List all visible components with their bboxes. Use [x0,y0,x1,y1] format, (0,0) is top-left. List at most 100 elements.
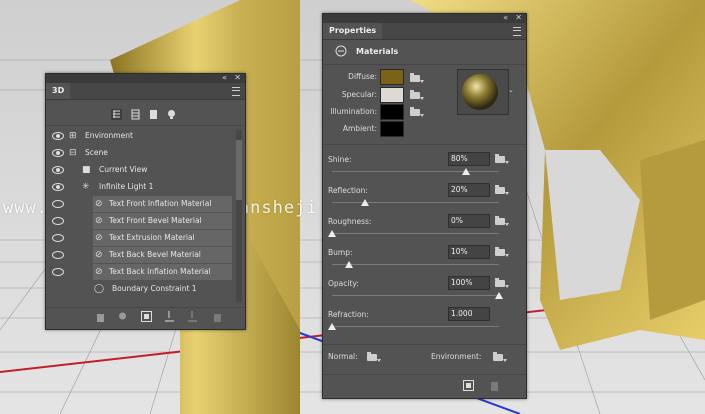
visibility-eye-icon[interactable] [52,132,64,140]
tree-label: Scene [85,148,108,157]
ambient-label: Ambient: [342,124,377,133]
tree-row-material[interactable]: ⊘ Text Front Inflation Material [93,196,232,212]
tree-row-material[interactable]: ⊘ Text Front Bevel Material [93,213,232,229]
panel-titlebar[interactable]: « ✕ [323,13,526,23]
scene-tree: ⊞ Environment ⊟ Scene ■ Current View ✳ I… [46,128,234,308]
visibility-eye-icon[interactable] [52,217,64,225]
whole-scene-filter-icon[interactable] [111,109,122,120]
tab-3d[interactable]: 3D [46,83,71,99]
environment-label: Environment: [431,352,482,361]
3d-panel: « ✕ 3D ⊞ Environment ⊟ Scene ■ Current V… [45,73,246,330]
panel-titlebar[interactable]: « ✕ [46,73,245,83]
slider-thumb[interactable] [344,261,353,268]
ambient-swatch[interactable] [380,121,404,137]
illumination-swatch[interactable] [380,104,404,120]
close-icon[interactable]: ✕ [234,73,241,82]
tree-row-environment[interactable]: ⊞ Environment [47,128,232,144]
slider-track[interactable] [332,264,499,265]
slider-thumb[interactable] [361,199,370,206]
material-preview[interactable] [457,69,509,115]
visibility-eye-icon[interactable] [52,200,64,208]
delete-icon[interactable] [490,380,499,391]
slider-thumb[interactable] [461,168,470,175]
slider-track[interactable] [332,233,499,234]
tree-row-material[interactable]: ⊘ Text Extrusion Material [93,230,232,246]
clip-to-layer-icon[interactable] [463,380,474,391]
slider-label: Opacity: [328,279,359,288]
visibility-eye-icon[interactable] [52,166,64,174]
slider-track[interactable] [332,171,499,172]
lights-filter-icon[interactable] [166,109,177,120]
slider-value-field[interactable]: 20% [448,183,490,197]
slider-value-field[interactable]: 1.000 [448,307,490,321]
environment-texture-folder-icon[interactable] [493,352,507,362]
tab-properties[interactable]: Properties [323,23,383,39]
visibility-eye-icon[interactable] [52,149,64,157]
illumination-texture-folder-icon[interactable] [410,107,424,117]
tree-row-scene[interactable]: ⊟ Scene [47,145,232,161]
slider-texture-folder-icon[interactable] [495,278,509,288]
scrollbar-thumb[interactable] [236,140,242,200]
tree-label: Text Front Bevel Material [109,216,202,225]
tree-label: Boundary Constraint 1 [112,284,197,293]
normal-texture-folder-icon[interactable] [367,352,381,362]
slider-texture-folder-icon[interactable] [495,216,509,226]
tree-row-material[interactable]: ⊘ Text Back Inflation Material [93,264,232,280]
visibility-eye-icon[interactable] [52,268,64,276]
slider-value-field[interactable]: 100% [448,276,490,290]
panel-bottom-toolbar [46,311,245,325]
preview-dropdown-arrow-icon[interactable]: ⌄ [508,86,514,94]
materials-filter-icon[interactable] [148,109,159,120]
slider-label: Refraction: [328,310,369,319]
tree-label: Text Back Bevel Material [109,250,201,259]
specular-swatch[interactable] [380,87,404,103]
section-title: Materials [356,47,399,56]
slider-label: Bump: [328,248,353,257]
ground-plane-icon[interactable] [164,311,175,322]
panel-menu-icon[interactable] [232,87,240,96]
slider-texture-folder-icon[interactable] [495,185,509,195]
slider-track[interactable] [332,295,499,296]
slider-thumb[interactable] [328,323,336,330]
tree-label: Infinite Light 1 [99,182,154,191]
slider-value-field[interactable]: 0% [448,214,490,228]
slider-texture-folder-icon[interactable] [495,154,509,164]
collapse-icon[interactable]: « [503,13,508,22]
materials-icon [335,45,347,57]
visibility-eye-icon[interactable] [52,251,64,259]
render-icon[interactable] [141,311,152,322]
specular-texture-folder-icon[interactable] [410,90,424,100]
tree-label: Environment [85,131,133,140]
tree-row-infinite-light[interactable]: ✳ Infinite Light 1 [47,179,232,195]
slider-value-field[interactable]: 80% [448,152,490,166]
slider-thumb[interactable] [495,292,503,299]
tree-row-material[interactable]: ⊘ Text Back Bevel Material [93,247,232,263]
slider-label: Reflection: [328,186,368,195]
tree-label: Text Back Inflation Material [109,267,211,276]
slider-track[interactable] [332,326,499,327]
slider-value-field[interactable]: 10% [448,245,490,259]
delete-icon[interactable] [213,312,222,322]
camera-icon: ■ [82,165,91,175]
meshes-filter-icon[interactable] [130,109,141,120]
slider-track[interactable] [332,202,499,203]
normal-label: Normal: [328,352,358,361]
material-icon: ⊘ [95,233,103,243]
close-icon[interactable]: ✕ [515,13,522,22]
collapse-icon[interactable]: « [222,73,227,82]
diffuse-swatch[interactable] [380,69,404,85]
material-icon: ⊘ [95,216,103,226]
new-light-icon[interactable] [187,311,198,322]
add-light-icon[interactable] [118,312,127,322]
diffuse-label: Diffuse: [348,72,377,81]
diffuse-texture-folder-icon[interactable] [410,73,424,83]
tree-row-boundary-constraint[interactable]: ◯ Boundary Constraint 1 [47,281,232,297]
panel-menu-icon[interactable] [513,27,521,36]
slider-texture-folder-icon[interactable] [495,247,509,257]
visibility-eye-icon[interactable] [52,183,64,191]
slider-thumb[interactable] [328,230,336,237]
tree-row-current-view[interactable]: ■ Current View [47,162,232,178]
trash-mesh-icon[interactable] [96,312,105,322]
visibility-eye-icon[interactable] [52,234,64,242]
scrollbar[interactable] [236,130,242,302]
